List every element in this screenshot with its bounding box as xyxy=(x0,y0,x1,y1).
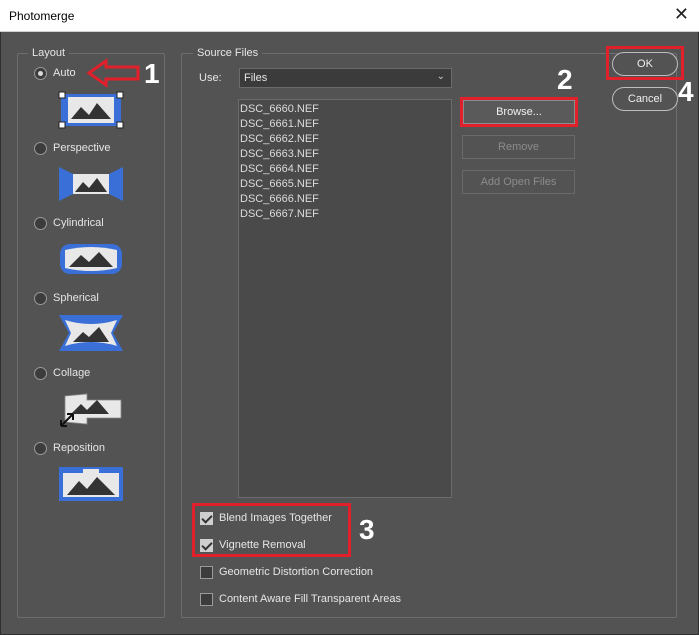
cancel-button[interactable]: Cancel xyxy=(612,87,678,111)
spherical-layout-icon xyxy=(59,315,123,351)
geometric-distortion-checkbox[interactable] xyxy=(200,565,213,579)
chevron-down-icon: ⌄ xyxy=(436,71,445,82)
radio-perspective[interactable] xyxy=(34,141,47,155)
auto-layout-icon xyxy=(58,91,124,129)
radio-reposition[interactable] xyxy=(34,441,47,455)
annotation-number-3: 3 xyxy=(359,514,375,545)
list-item[interactable]: DSC_6662.NEF xyxy=(240,132,450,147)
layout-option-auto[interactable]: Auto xyxy=(34,65,76,81)
layout-option-collage[interactable]: Collage xyxy=(34,365,90,381)
options-highlight xyxy=(192,503,351,557)
list-item[interactable]: DSC_6660.NEF xyxy=(240,102,450,117)
add-open-files-button[interactable]: Add Open Files xyxy=(462,170,575,194)
content-aware-fill-option[interactable]: Content Aware Fill Transparent Areas xyxy=(200,591,401,607)
reposition-layout-icon xyxy=(59,467,123,501)
list-item[interactable]: DSC_6666.NEF xyxy=(240,192,450,207)
content-aware-fill-label: Content Aware Fill Transparent Areas xyxy=(219,593,402,605)
use-select[interactable]: Files ⌄ xyxy=(239,68,452,88)
cylindrical-layout-icon xyxy=(60,244,122,274)
list-item[interactable]: DSC_6663.NEF xyxy=(240,147,450,162)
list-item[interactable]: DSC_6665.NEF xyxy=(240,177,450,192)
radio-label-cylindrical: Cylindrical xyxy=(53,217,104,229)
layout-option-perspective[interactable]: Perspective xyxy=(34,140,110,156)
list-item[interactable]: DSC_6667.NEF xyxy=(240,207,450,222)
layout-option-reposition[interactable]: Reposition xyxy=(34,440,105,456)
radio-label-collage: Collage xyxy=(53,367,91,379)
use-label: Use: xyxy=(199,72,222,84)
ok-highlight xyxy=(606,46,684,80)
radio-label-auto: Auto xyxy=(53,67,76,79)
radio-label-reposition: Reposition xyxy=(53,442,105,454)
layout-option-spherical[interactable]: Spherical xyxy=(34,290,99,306)
collage-layout-icon xyxy=(60,393,122,427)
file-list[interactable]: DSC_6660.NEF DSC_6661.NEF DSC_6662.NEF D… xyxy=(238,99,452,498)
annotation-number-1: 1 xyxy=(144,58,160,89)
browse-highlight xyxy=(460,97,578,127)
title-bar: Photomerge ✕ xyxy=(0,0,699,32)
use-select-value: Files xyxy=(244,72,268,84)
window-title: Photomerge xyxy=(9,9,75,23)
annotation-number-2: 2 xyxy=(557,64,573,95)
list-item[interactable]: DSC_6661.NEF xyxy=(240,117,450,132)
radio-label-perspective: Perspective xyxy=(53,142,111,154)
remove-button[interactable]: Remove xyxy=(462,135,575,159)
layout-group-label: Layout xyxy=(28,47,70,59)
geometric-distortion-option[interactable]: Geometric Distortion Correction xyxy=(200,564,373,580)
source-files-label: Source Files xyxy=(193,47,263,59)
perspective-layout-icon xyxy=(59,167,123,201)
geometric-distortion-label: Geometric Distortion Correction xyxy=(219,566,374,578)
arrow-annotation-icon xyxy=(86,58,140,88)
radio-auto[interactable] xyxy=(34,66,47,80)
radio-spherical[interactable] xyxy=(34,291,47,305)
annotation-number-4: 4 xyxy=(678,76,694,107)
content-aware-fill-checkbox[interactable] xyxy=(200,592,213,606)
close-icon[interactable]: ✕ xyxy=(674,5,689,23)
radio-collage[interactable] xyxy=(34,366,47,380)
radio-label-spherical: Spherical xyxy=(53,292,99,304)
layout-option-cylindrical[interactable]: Cylindrical xyxy=(34,215,104,231)
radio-cylindrical[interactable] xyxy=(34,216,47,230)
list-item[interactable]: DSC_6664.NEF xyxy=(240,162,450,177)
